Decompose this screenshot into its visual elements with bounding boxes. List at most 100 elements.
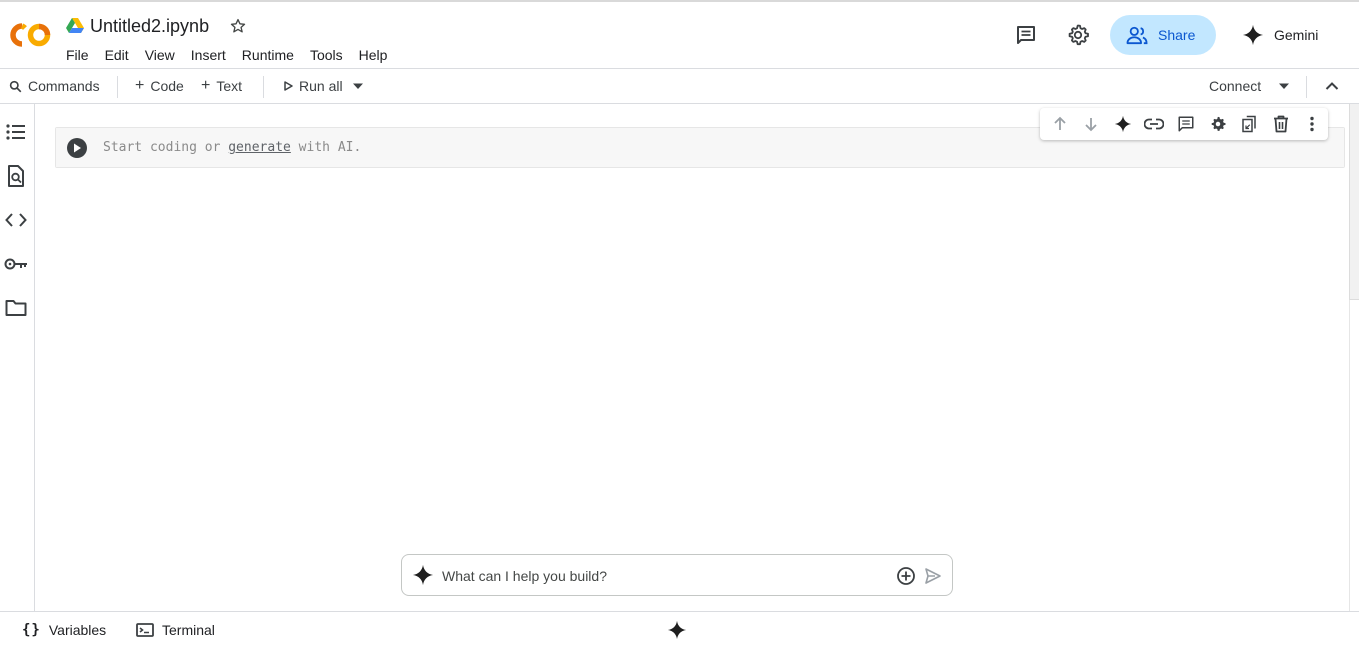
gemini-label: Gemini (1274, 27, 1319, 43)
gemini-sparkle-icon (667, 620, 687, 640)
placeholder-start: Start coding or (103, 140, 229, 155)
colab-logo[interactable] (8, 20, 52, 50)
people-icon (1126, 26, 1148, 45)
menu-insert[interactable]: Insert (183, 46, 234, 64)
notebook-title[interactable]: Untitled2.ipynb (90, 16, 209, 37)
add-comment-button[interactable] (1170, 108, 1202, 140)
plus-icon: + (135, 77, 145, 94)
search-icon (9, 80, 22, 92)
sidebar-secrets[interactable] (4, 252, 28, 276)
chevron-up-icon (1325, 82, 1339, 90)
commands-label: Commands (28, 78, 100, 94)
notebook-toolbar: Commands + Code + Text Run all Connect (0, 68, 1359, 104)
toolbar-divider (263, 76, 264, 98)
menu-view[interactable]: View (137, 46, 183, 64)
add-text-label: Text (216, 78, 243, 94)
connect-button[interactable]: Connect (1209, 69, 1261, 103)
variables-button[interactable]: {} Variables (22, 612, 106, 648)
mirror-cell-icon (1242, 115, 1256, 133)
more-vert-icon (1310, 116, 1314, 132)
move-cell-down-button[interactable] (1076, 108, 1108, 140)
menu-edit[interactable]: Edit (97, 46, 137, 64)
caret-down-icon (1279, 83, 1289, 89)
sidebar-table-of-contents[interactable] (4, 120, 28, 144)
scrollbar-thumb[interactable] (1349, 104, 1359, 300)
find-replace-icon (8, 165, 24, 187)
caret-down-icon (353, 83, 363, 89)
gemini-sparkle-icon (1114, 115, 1132, 133)
move-cell-up-button[interactable] (1044, 108, 1076, 140)
cell-settings-button[interactable] (1202, 108, 1234, 140)
run-all-label: Run all (299, 78, 343, 94)
terminal-button[interactable]: Terminal (136, 612, 215, 648)
share-button[interactable]: Share (1110, 15, 1216, 55)
secrets-key-icon (4, 258, 27, 270)
add-code-button[interactable]: + Code (135, 69, 184, 103)
toolbar-divider (1306, 76, 1307, 98)
run-all-dropdown[interactable] (352, 69, 364, 103)
settings-button[interactable] (1062, 19, 1094, 51)
gear-icon (1068, 24, 1089, 46)
terminal-label: Terminal (162, 622, 215, 638)
cell-toolbar (1040, 108, 1328, 140)
cell-placeholder: Start coding or generate with AI. (103, 140, 361, 155)
plus-icon: + (201, 77, 211, 94)
play-icon (74, 143, 81, 153)
comment-icon (1178, 116, 1194, 132)
top-bar: Untitled2.ipynb File Edit View Insert Ru… (0, 0, 1359, 68)
run-cell-button[interactable] (67, 138, 87, 158)
terminal-icon (136, 623, 154, 637)
collapse-header-button[interactable] (1325, 69, 1339, 103)
variables-label: Variables (48, 622, 107, 638)
link-icon (1144, 118, 1165, 130)
left-sidebar (0, 104, 35, 611)
sidebar-code-snippets[interactable] (4, 208, 28, 232)
gemini-cell-button[interactable] (1107, 108, 1139, 140)
comment-icon (1017, 26, 1035, 44)
gemini-sparkle-icon (412, 564, 434, 586)
sidebar-find-replace[interactable] (4, 164, 28, 188)
gemini-sparkle-icon (1242, 24, 1264, 46)
move-up-icon (1054, 116, 1066, 130)
menu-tools[interactable]: Tools (302, 46, 351, 64)
code-snippets-icon (5, 213, 27, 227)
add-code-label: Code (150, 78, 184, 94)
send-icon[interactable] (924, 567, 942, 585)
play-icon (284, 81, 293, 91)
run-all-button[interactable]: Run all (283, 69, 343, 103)
menu-runtime[interactable]: Runtime (234, 46, 302, 64)
commands-button[interactable]: Commands (9, 69, 100, 103)
connect-dropdown[interactable] (1278, 69, 1290, 103)
add-text-button[interactable]: + Text (201, 69, 242, 103)
delete-cell-button[interactable] (1265, 108, 1297, 140)
more-actions-button[interactable] (1297, 108, 1329, 140)
move-down-icon (1085, 118, 1097, 132)
sidebar-files[interactable] (4, 296, 28, 320)
gemini-prompt-input[interactable] (442, 565, 882, 587)
gemini-button[interactable]: Gemini (1234, 15, 1326, 55)
add-circle-icon[interactable] (896, 566, 916, 586)
menu-file[interactable]: File (66, 46, 97, 64)
mirror-cell-button[interactable] (1233, 108, 1265, 140)
copy-link-button[interactable] (1139, 108, 1171, 140)
comments-button[interactable] (1010, 19, 1042, 51)
share-label: Share (1158, 27, 1196, 43)
files-folder-icon (5, 300, 27, 316)
connect-label: Connect (1209, 78, 1262, 94)
gear-icon (1211, 116, 1226, 131)
gemini-status-button[interactable] (667, 612, 687, 648)
menu-bar: File Edit View Insert Runtime Tools Help (66, 46, 395, 64)
bottom-status-bar: {} Variables Terminal (0, 611, 1359, 649)
cell-gutter (56, 128, 96, 167)
toolbar-divider (117, 76, 118, 98)
notebook-main (35, 104, 1349, 611)
google-drive-icon[interactable] (66, 18, 84, 34)
braces-icon: {} (22, 622, 41, 638)
menu-help[interactable]: Help (351, 46, 396, 64)
generate-link[interactable]: generate (228, 140, 291, 155)
gemini-prompt-box (401, 554, 953, 596)
table-of-contents-icon (6, 124, 25, 140)
placeholder-end: with AI. (290, 140, 362, 155)
star-icon[interactable] (229, 17, 247, 35)
delete-icon (1273, 115, 1288, 133)
